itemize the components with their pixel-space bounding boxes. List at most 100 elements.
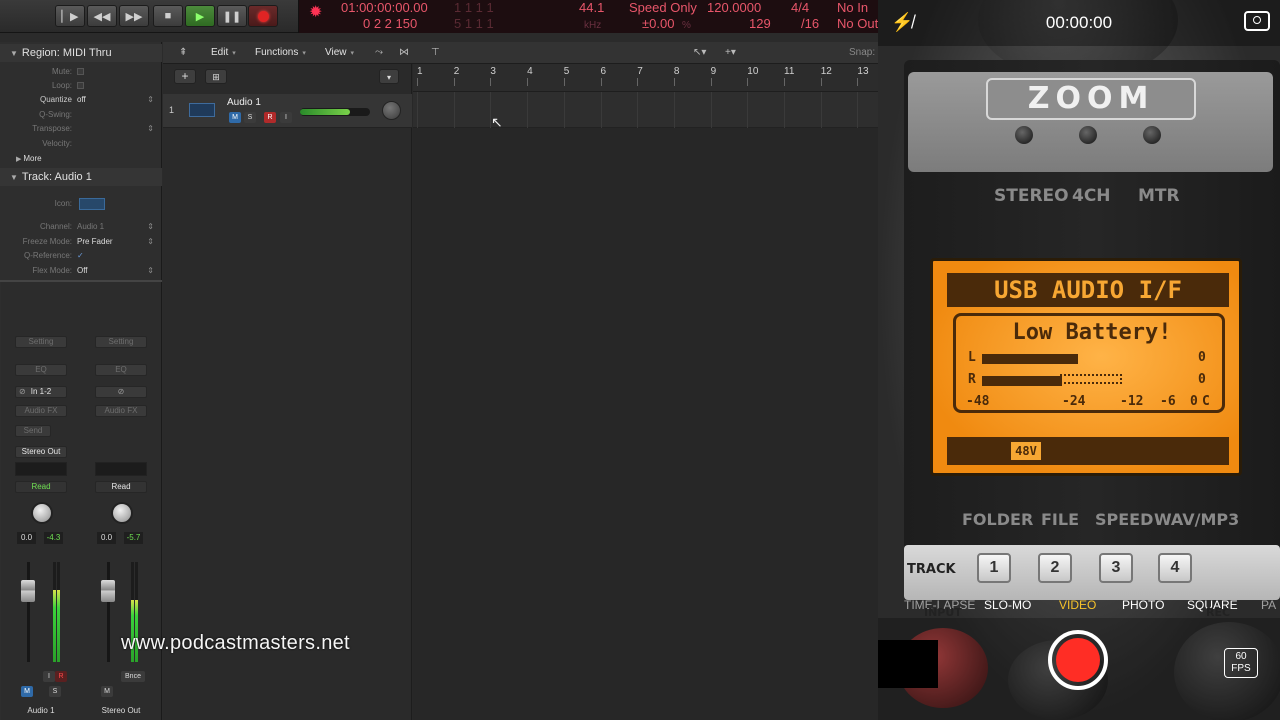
param-row[interactable]: Channel: Audio 1 ⇕ bbox=[0, 220, 160, 234]
pan-knob[interactable] bbox=[111, 502, 133, 524]
bow-tie-icon[interactable]: ⋈ bbox=[399, 45, 409, 60]
catch-icon[interactable]: ⇞ bbox=[179, 45, 187, 60]
mode-photo[interactable]: PHOTO bbox=[1122, 598, 1164, 612]
volume-value[interactable]: 0.0 bbox=[17, 532, 36, 544]
input-button[interactable]: ⊘ In 1-2 bbox=[15, 386, 67, 398]
param-row[interactable]: Velocity: bbox=[0, 137, 160, 151]
menu-edit[interactable]: Edit ▾ bbox=[211, 45, 236, 60]
eq-button[interactable]: EQ bbox=[15, 364, 67, 376]
volume-value[interactable]: 0.0 bbox=[97, 532, 116, 544]
send-button[interactable]: Send bbox=[15, 425, 51, 437]
strip-name[interactable]: Audio 1 bbox=[1, 706, 81, 715]
lcd-signature: 4/4 bbox=[791, 0, 810, 15]
grid-line bbox=[857, 92, 859, 128]
lcd-tempo: 120.0000 bbox=[707, 0, 762, 15]
solo-button[interactable]: S bbox=[49, 686, 61, 697]
region-header[interactable]: ▼ Region: MIDI Thru bbox=[0, 44, 162, 62]
record-video-button[interactable] bbox=[1048, 630, 1108, 690]
param-row[interactable]: Quantize off ⇕ bbox=[0, 93, 160, 107]
output-button[interactable]: Stereo Out bbox=[15, 446, 67, 458]
param-row[interactable]: Loop: bbox=[0, 79, 160, 93]
switch-camera-icon[interactable] bbox=[1244, 11, 1270, 31]
add-track-button[interactable]: + bbox=[174, 69, 196, 84]
automation-mode-button[interactable]: Read bbox=[95, 481, 147, 493]
global-tracks-button[interactable]: ▾ bbox=[379, 69, 399, 84]
plus-tool-icon[interactable]: +▾ bbox=[725, 45, 736, 60]
lcd-scale: -24 bbox=[1062, 394, 1086, 409]
volume-fader-track[interactable] bbox=[107, 562, 110, 662]
input-monitor-button[interactable]: I bbox=[43, 671, 55, 682]
param-row[interactable]: Mute: bbox=[0, 65, 160, 79]
more-toggle[interactable]: ▶ More bbox=[16, 152, 176, 166]
mute-button[interactable]: M bbox=[101, 686, 113, 697]
grid-line bbox=[710, 92, 712, 128]
track-header-audio-1[interactable]: 1 Audio 1 M S R I bbox=[163, 94, 412, 128]
track-mute-button[interactable]: M bbox=[229, 112, 241, 123]
metronome-icon[interactable]: ✹ bbox=[309, 5, 322, 21]
mute-checkbox[interactable] bbox=[77, 68, 84, 75]
go-to-start-button[interactable]: ▏▶ bbox=[55, 5, 85, 27]
mode-slo-mo[interactable]: SLO-MO bbox=[984, 598, 1031, 612]
bar-ruler[interactable]: 1 2 3 4 5 6 7 8 9 10 11 12 13 bbox=[413, 64, 878, 92]
filter-icon[interactable]: ⊤ bbox=[431, 45, 440, 60]
strip-name[interactable]: Stereo Out bbox=[81, 706, 161, 715]
loop-checkbox[interactable] bbox=[77, 82, 84, 89]
link-button[interactable]: ⊘ bbox=[95, 386, 147, 398]
track-header[interactable]: ▼ Track: Audio 1 bbox=[0, 168, 162, 186]
mode-pano[interactable]: PA bbox=[1261, 598, 1276, 612]
track-lane-audio-1[interactable] bbox=[413, 92, 878, 128]
menu-view[interactable]: View ▾ bbox=[325, 45, 354, 60]
track-solo-button[interactable]: S bbox=[244, 112, 256, 123]
track-input-monitor-button[interactable]: I bbox=[280, 112, 292, 123]
track-name[interactable]: Audio 1 bbox=[227, 97, 261, 108]
lcd-display[interactable]: ✹ 01:00:00:00.00 1 1 1 1 0 2 2 150 5 1 1… bbox=[298, 0, 878, 33]
eq-button[interactable]: EQ bbox=[95, 364, 147, 376]
audio-fx-button[interactable]: Audio FX bbox=[95, 405, 147, 417]
bounce-button[interactable]: Bnce bbox=[121, 671, 145, 682]
group-slot[interactable] bbox=[15, 462, 67, 476]
add-folder-button[interactable]: ⊞ bbox=[205, 69, 227, 84]
track-record-button[interactable]: R bbox=[264, 112, 276, 123]
rewind-button[interactable]: ◀◀ bbox=[87, 5, 117, 27]
param-row[interactable]: Icon: bbox=[0, 197, 160, 211]
menu-functions[interactable]: Functions ▾ bbox=[255, 45, 306, 60]
track-icon[interactable] bbox=[79, 198, 105, 210]
thumbnail-button[interactable] bbox=[878, 640, 938, 688]
pointer-tool-icon[interactable]: ↖▾ bbox=[693, 45, 706, 60]
param-row[interactable]: Flex Mode: Off ⇕ bbox=[0, 264, 160, 278]
pause-button[interactable]: ❚❚ bbox=[217, 5, 247, 27]
param-value: ✓ bbox=[77, 251, 84, 260]
lcd-scale: -48 bbox=[966, 394, 990, 409]
empty-lanes[interactable] bbox=[413, 128, 878, 720]
fast-forward-button[interactable]: ▶▶ bbox=[119, 5, 149, 27]
param-row[interactable]: Q-Swing: bbox=[0, 108, 160, 122]
record-enable-button[interactable]: R bbox=[55, 671, 67, 682]
audio-fx-button[interactable]: Audio FX bbox=[15, 405, 67, 417]
mute-button[interactable]: M bbox=[21, 686, 33, 697]
volume-fader-track[interactable] bbox=[27, 562, 30, 662]
param-row[interactable]: Q-Reference: ✓ bbox=[0, 249, 160, 263]
record-icon bbox=[257, 10, 269, 22]
flex-icon[interactable]: ⤳ bbox=[375, 45, 383, 60]
param-row[interactable]: Freeze Mode: Pre Fader ⇕ bbox=[0, 235, 160, 249]
volume-fader[interactable] bbox=[101, 580, 115, 602]
param-label: Flex Mode: bbox=[32, 266, 72, 275]
group-slot[interactable] bbox=[95, 462, 147, 476]
setting-button[interactable]: Setting bbox=[15, 336, 67, 348]
play-button[interactable]: ▶ bbox=[185, 5, 215, 27]
stop-button[interactable]: ■ bbox=[153, 5, 183, 27]
pan-knob[interactable] bbox=[382, 101, 401, 120]
param-row[interactable]: Transpose: ⇕ bbox=[0, 122, 160, 136]
mode-video[interactable]: VIDEO bbox=[1059, 598, 1096, 612]
bar-tick bbox=[600, 78, 602, 86]
pan-knob[interactable] bbox=[31, 502, 53, 524]
track-volume-slider[interactable] bbox=[300, 108, 370, 116]
snap-label[interactable]: Snap: bbox=[849, 45, 875, 60]
fps-selector[interactable]: 60 FPS bbox=[1224, 648, 1258, 678]
setting-button[interactable]: Setting bbox=[95, 336, 147, 348]
volume-fader[interactable] bbox=[21, 580, 35, 602]
bar-number: 11 bbox=[784, 66, 795, 77]
automation-mode-button[interactable]: Read bbox=[15, 481, 67, 493]
param-label: Channel: bbox=[39, 222, 72, 231]
record-button[interactable] bbox=[248, 5, 278, 27]
